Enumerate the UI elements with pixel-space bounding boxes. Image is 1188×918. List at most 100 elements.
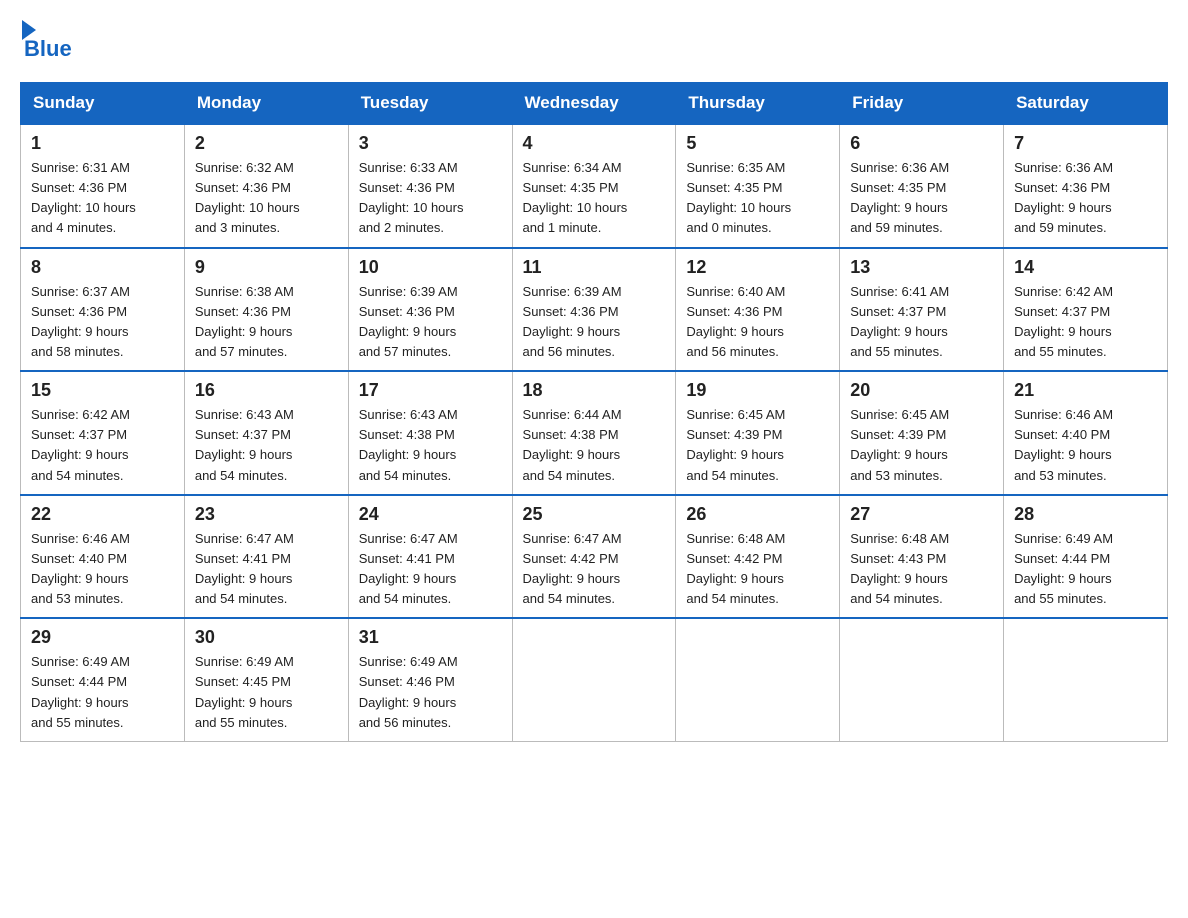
calendar-week-row: 29 Sunrise: 6:49 AM Sunset: 4:44 PM Dayl… (21, 618, 1168, 741)
calendar-cell: 23 Sunrise: 6:47 AM Sunset: 4:41 PM Dayl… (184, 495, 348, 619)
day-number: 5 (686, 133, 829, 154)
calendar-cell: 5 Sunrise: 6:35 AM Sunset: 4:35 PM Dayli… (676, 124, 840, 248)
day-info: Sunrise: 6:49 AM Sunset: 4:46 PM Dayligh… (359, 652, 502, 733)
weekday-header-tuesday: Tuesday (348, 83, 512, 125)
day-info: Sunrise: 6:36 AM Sunset: 4:35 PM Dayligh… (850, 158, 993, 239)
day-info: Sunrise: 6:47 AM Sunset: 4:41 PM Dayligh… (359, 529, 502, 610)
weekday-header-monday: Monday (184, 83, 348, 125)
calendar-cell: 11 Sunrise: 6:39 AM Sunset: 4:36 PM Dayl… (512, 248, 676, 372)
calendar-cell: 28 Sunrise: 6:49 AM Sunset: 4:44 PM Dayl… (1004, 495, 1168, 619)
day-number: 4 (523, 133, 666, 154)
day-number: 31 (359, 627, 502, 648)
day-info: Sunrise: 6:42 AM Sunset: 4:37 PM Dayligh… (31, 405, 174, 486)
day-info: Sunrise: 6:42 AM Sunset: 4:37 PM Dayligh… (1014, 282, 1157, 363)
day-number: 17 (359, 380, 502, 401)
day-number: 30 (195, 627, 338, 648)
day-number: 10 (359, 257, 502, 278)
calendar-cell: 22 Sunrise: 6:46 AM Sunset: 4:40 PM Dayl… (21, 495, 185, 619)
calendar-cell: 17 Sunrise: 6:43 AM Sunset: 4:38 PM Dayl… (348, 371, 512, 495)
day-number: 13 (850, 257, 993, 278)
day-info: Sunrise: 6:41 AM Sunset: 4:37 PM Dayligh… (850, 282, 993, 363)
weekday-header-thursday: Thursday (676, 83, 840, 125)
calendar-cell: 26 Sunrise: 6:48 AM Sunset: 4:42 PM Dayl… (676, 495, 840, 619)
day-info: Sunrise: 6:36 AM Sunset: 4:36 PM Dayligh… (1014, 158, 1157, 239)
day-info: Sunrise: 6:39 AM Sunset: 4:36 PM Dayligh… (359, 282, 502, 363)
day-info: Sunrise: 6:33 AM Sunset: 4:36 PM Dayligh… (359, 158, 502, 239)
day-info: Sunrise: 6:35 AM Sunset: 4:35 PM Dayligh… (686, 158, 829, 239)
calendar-cell: 30 Sunrise: 6:49 AM Sunset: 4:45 PM Dayl… (184, 618, 348, 741)
calendar-cell: 20 Sunrise: 6:45 AM Sunset: 4:39 PM Dayl… (840, 371, 1004, 495)
day-info: Sunrise: 6:47 AM Sunset: 4:42 PM Dayligh… (523, 529, 666, 610)
day-info: Sunrise: 6:45 AM Sunset: 4:39 PM Dayligh… (686, 405, 829, 486)
calendar-cell: 21 Sunrise: 6:46 AM Sunset: 4:40 PM Dayl… (1004, 371, 1168, 495)
day-number: 25 (523, 504, 666, 525)
day-info: Sunrise: 6:32 AM Sunset: 4:36 PM Dayligh… (195, 158, 338, 239)
day-info: Sunrise: 6:43 AM Sunset: 4:37 PM Dayligh… (195, 405, 338, 486)
calendar-table: SundayMondayTuesdayWednesdayThursdayFrid… (20, 82, 1168, 742)
day-number: 15 (31, 380, 174, 401)
day-info: Sunrise: 6:31 AM Sunset: 4:36 PM Dayligh… (31, 158, 174, 239)
calendar-cell: 24 Sunrise: 6:47 AM Sunset: 4:41 PM Dayl… (348, 495, 512, 619)
day-info: Sunrise: 6:48 AM Sunset: 4:43 PM Dayligh… (850, 529, 993, 610)
calendar-cell: 25 Sunrise: 6:47 AM Sunset: 4:42 PM Dayl… (512, 495, 676, 619)
calendar-cell: 8 Sunrise: 6:37 AM Sunset: 4:36 PM Dayli… (21, 248, 185, 372)
calendar-cell (676, 618, 840, 741)
calendar-cell: 31 Sunrise: 6:49 AM Sunset: 4:46 PM Dayl… (348, 618, 512, 741)
calendar-cell: 9 Sunrise: 6:38 AM Sunset: 4:36 PM Dayli… (184, 248, 348, 372)
day-info: Sunrise: 6:38 AM Sunset: 4:36 PM Dayligh… (195, 282, 338, 363)
day-number: 27 (850, 504, 993, 525)
weekday-header-sunday: Sunday (21, 83, 185, 125)
logo: Blue (20, 20, 72, 62)
logo-subtitle: Blue (24, 36, 72, 62)
weekday-header-saturday: Saturday (1004, 83, 1168, 125)
day-number: 18 (523, 380, 666, 401)
day-number: 1 (31, 133, 174, 154)
day-info: Sunrise: 6:40 AM Sunset: 4:36 PM Dayligh… (686, 282, 829, 363)
calendar-week-row: 8 Sunrise: 6:37 AM Sunset: 4:36 PM Dayli… (21, 248, 1168, 372)
day-number: 21 (1014, 380, 1157, 401)
calendar-cell: 1 Sunrise: 6:31 AM Sunset: 4:36 PM Dayli… (21, 124, 185, 248)
day-info: Sunrise: 6:48 AM Sunset: 4:42 PM Dayligh… (686, 529, 829, 610)
day-number: 22 (31, 504, 174, 525)
day-info: Sunrise: 6:49 AM Sunset: 4:44 PM Dayligh… (1014, 529, 1157, 610)
day-number: 29 (31, 627, 174, 648)
day-number: 20 (850, 380, 993, 401)
calendar-week-row: 1 Sunrise: 6:31 AM Sunset: 4:36 PM Dayli… (21, 124, 1168, 248)
calendar-cell (1004, 618, 1168, 741)
day-info: Sunrise: 6:46 AM Sunset: 4:40 PM Dayligh… (31, 529, 174, 610)
day-info: Sunrise: 6:43 AM Sunset: 4:38 PM Dayligh… (359, 405, 502, 486)
calendar-week-row: 15 Sunrise: 6:42 AM Sunset: 4:37 PM Dayl… (21, 371, 1168, 495)
calendar-cell: 29 Sunrise: 6:49 AM Sunset: 4:44 PM Dayl… (21, 618, 185, 741)
day-info: Sunrise: 6:49 AM Sunset: 4:44 PM Dayligh… (31, 652, 174, 733)
calendar-cell: 2 Sunrise: 6:32 AM Sunset: 4:36 PM Dayli… (184, 124, 348, 248)
calendar-cell: 19 Sunrise: 6:45 AM Sunset: 4:39 PM Dayl… (676, 371, 840, 495)
calendar-cell (512, 618, 676, 741)
day-info: Sunrise: 6:39 AM Sunset: 4:36 PM Dayligh… (523, 282, 666, 363)
day-number: 23 (195, 504, 338, 525)
day-info: Sunrise: 6:47 AM Sunset: 4:41 PM Dayligh… (195, 529, 338, 610)
day-info: Sunrise: 6:44 AM Sunset: 4:38 PM Dayligh… (523, 405, 666, 486)
day-info: Sunrise: 6:34 AM Sunset: 4:35 PM Dayligh… (523, 158, 666, 239)
calendar-cell: 16 Sunrise: 6:43 AM Sunset: 4:37 PM Dayl… (184, 371, 348, 495)
day-info: Sunrise: 6:49 AM Sunset: 4:45 PM Dayligh… (195, 652, 338, 733)
calendar-cell: 18 Sunrise: 6:44 AM Sunset: 4:38 PM Dayl… (512, 371, 676, 495)
day-number: 8 (31, 257, 174, 278)
calendar-cell: 13 Sunrise: 6:41 AM Sunset: 4:37 PM Dayl… (840, 248, 1004, 372)
calendar-cell: 15 Sunrise: 6:42 AM Sunset: 4:37 PM Dayl… (21, 371, 185, 495)
day-number: 24 (359, 504, 502, 525)
calendar-cell: 14 Sunrise: 6:42 AM Sunset: 4:37 PM Dayl… (1004, 248, 1168, 372)
calendar-week-row: 22 Sunrise: 6:46 AM Sunset: 4:40 PM Dayl… (21, 495, 1168, 619)
calendar-cell: 6 Sunrise: 6:36 AM Sunset: 4:35 PM Dayli… (840, 124, 1004, 248)
day-number: 9 (195, 257, 338, 278)
day-number: 2 (195, 133, 338, 154)
day-number: 26 (686, 504, 829, 525)
day-info: Sunrise: 6:37 AM Sunset: 4:36 PM Dayligh… (31, 282, 174, 363)
day-number: 7 (1014, 133, 1157, 154)
calendar-cell: 3 Sunrise: 6:33 AM Sunset: 4:36 PM Dayli… (348, 124, 512, 248)
calendar-cell: 27 Sunrise: 6:48 AM Sunset: 4:43 PM Dayl… (840, 495, 1004, 619)
day-number: 6 (850, 133, 993, 154)
calendar-cell: 10 Sunrise: 6:39 AM Sunset: 4:36 PM Dayl… (348, 248, 512, 372)
page-header: Blue (20, 20, 1168, 62)
day-info: Sunrise: 6:46 AM Sunset: 4:40 PM Dayligh… (1014, 405, 1157, 486)
calendar-cell: 4 Sunrise: 6:34 AM Sunset: 4:35 PM Dayli… (512, 124, 676, 248)
